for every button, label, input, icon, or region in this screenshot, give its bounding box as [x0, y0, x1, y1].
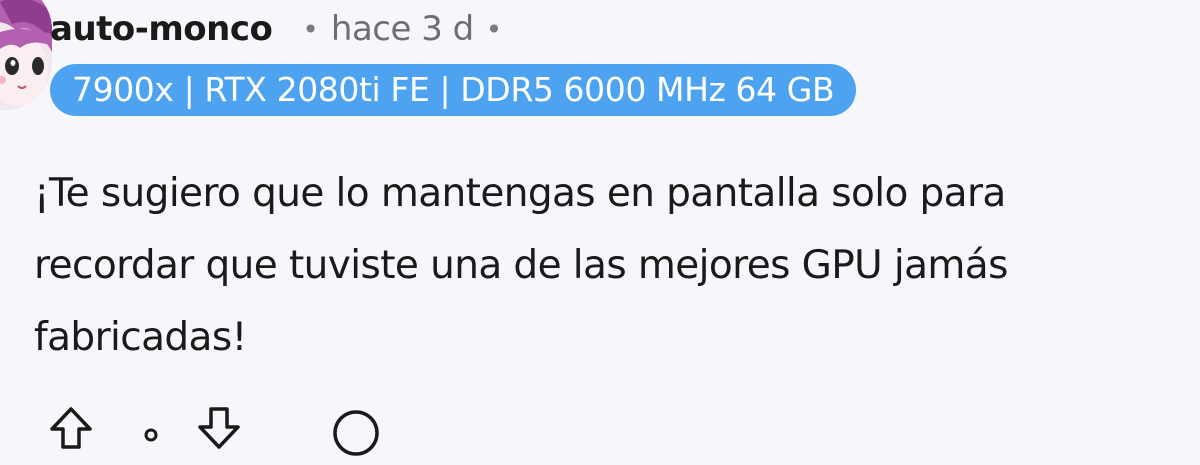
avatar[interactable]: [0, 0, 52, 110]
vote-count-dot-icon: [140, 421, 162, 455]
comment-body-line: fabricadas!: [34, 315, 247, 360]
comment-body-line: recordar que tuviste una de las mejores …: [34, 243, 1008, 288]
comment-body-line: ¡Te sugiero que lo mantengas en pantalla…: [34, 171, 1006, 216]
speech-bubble-icon[interactable]: [330, 407, 382, 463]
separator-dot: •: [302, 12, 319, 46]
upvote-arrow-icon[interactable]: [48, 405, 94, 455]
user-flair: 7900x | RTX 2080ti FE | DDR5 6000 MHz 64…: [50, 64, 857, 116]
comment: auto-monco • hace 3 d • 7900x | RTX 2080…: [0, 0, 1200, 456]
comment-body: ¡Te sugiero que lo mantengas en pantalla…: [34, 158, 1184, 374]
comment-meta: auto-monco • hace 3 d •: [50, 3, 514, 55]
avatar-image: [0, 0, 52, 106]
username[interactable]: auto-monco: [50, 9, 273, 49]
downvote-arrow-icon[interactable]: [196, 405, 242, 455]
separator-dot: •: [485, 12, 503, 46]
timestamp[interactable]: hace 3 d: [331, 9, 474, 49]
